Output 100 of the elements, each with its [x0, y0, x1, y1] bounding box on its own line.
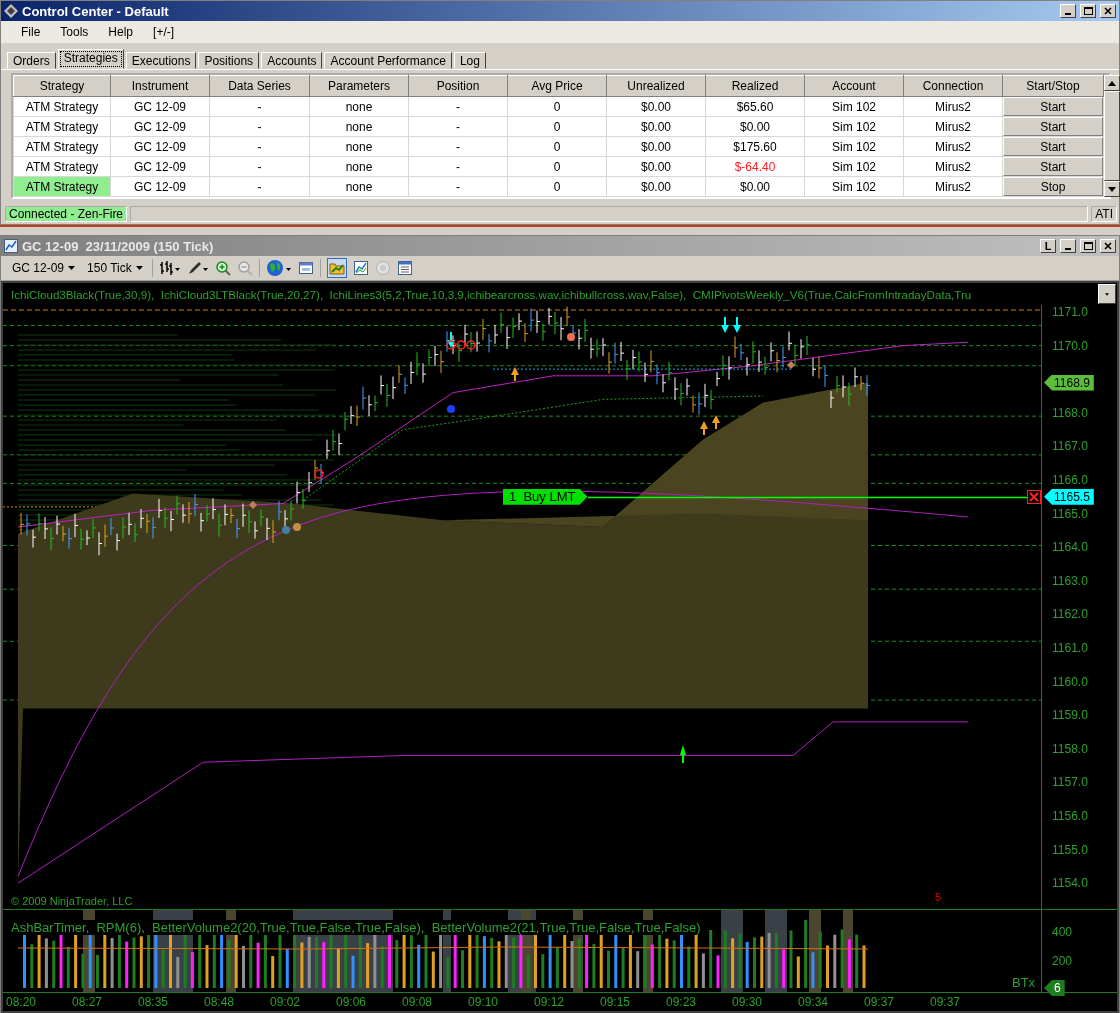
bar-chart-icon[interactable]	[158, 260, 181, 276]
menu-item[interactable]: Tools	[50, 23, 99, 41]
price-label: 1162.0	[1052, 607, 1088, 622]
start-button[interactable]: Start	[1003, 97, 1103, 116]
down-arrow-icon	[721, 317, 729, 333]
table-cell: -	[408, 96, 508, 117]
caret-icon	[135, 266, 143, 270]
up-arrow-icon	[700, 421, 708, 435]
line-chart-icon[interactable]	[352, 260, 369, 276]
tab[interactable]: Accounts	[261, 52, 323, 69]
diamond-icon	[787, 361, 795, 369]
instrument-dropdown[interactable]: GC 12-09	[9, 261, 79, 275]
column-header[interactable]: Start/Stop	[1002, 75, 1104, 97]
down-arrow-icon	[733, 317, 741, 333]
column-header[interactable]: Avg Price	[507, 75, 607, 97]
time-label: 09:12	[534, 995, 565, 1009]
indicator-list: AshBarTimer, RPM(6), BetterVolume2(20,True,True,False,True,False), BetterVolume2(21,True,True,False,True,False)	[11, 920, 701, 935]
table-cell: $-64.40	[705, 156, 805, 177]
time-label: 09:02	[270, 995, 301, 1009]
table-cell: -	[408, 156, 508, 177]
time-label: 09:37	[864, 995, 895, 1009]
stop-button[interactable]: Stop	[1003, 177, 1103, 196]
tab[interactable]: Positions	[198, 52, 260, 69]
caret-icon	[68, 266, 76, 270]
table-cell: ATM Strategy	[13, 176, 111, 197]
column-header[interactable]: Realized	[705, 75, 805, 97]
ring-icon	[314, 469, 324, 479]
start-button[interactable]: Start	[1003, 137, 1103, 156]
volume-label: 400	[1052, 925, 1073, 939]
price-label: 1167.0	[1052, 439, 1088, 454]
period-dropdown[interactable]: 150 Tick	[84, 261, 146, 275]
table-cell: none	[309, 136, 409, 157]
maximize-button[interactable]	[1080, 4, 1096, 18]
price-label: 1156.0	[1052, 809, 1088, 823]
column-header[interactable]: Unrealized	[606, 75, 706, 97]
panel-label: BTx	[1012, 975, 1036, 990]
price-label: 1170.0	[1052, 338, 1088, 353]
tab[interactable]: Orders	[7, 52, 56, 69]
status-text: ATI	[1091, 206, 1117, 222]
table-cell: $0.00	[705, 116, 805, 137]
menu-item[interactable]: Help	[98, 23, 144, 41]
dot-icon	[567, 333, 575, 341]
table-cell: Sim 102	[804, 96, 904, 117]
globe-icon[interactable]	[265, 259, 292, 277]
scrollbar[interactable]	[1104, 75, 1120, 197]
zoom-in-icon[interactable]	[214, 260, 231, 276]
dropdown-button[interactable]	[1098, 284, 1116, 304]
start-button[interactable]: Start	[1003, 157, 1103, 176]
up-arrow-icon[interactable]	[1108, 80, 1116, 86]
table-cell: $0.00	[606, 96, 706, 117]
menu-item[interactable]: File	[11, 23, 51, 41]
column-header[interactable]: Account	[804, 75, 904, 97]
column-header[interactable]: Connection	[903, 75, 1003, 97]
menu-item[interactable]: [+/-]	[143, 23, 185, 41]
close-button[interactable]	[1100, 4, 1116, 18]
tab[interactable]: Account Performance	[324, 52, 452, 69]
up-arrow-icon	[712, 415, 720, 429]
tab[interactable]: Strategies	[57, 49, 124, 69]
price-label: 1159.0	[1052, 708, 1088, 723]
column-header[interactable]: Strategy	[13, 75, 111, 97]
down-arrow-icon	[447, 332, 455, 348]
table-cell: Mirus2	[903, 156, 1003, 177]
start-button[interactable]: Start	[1003, 117, 1103, 136]
column-header[interactable]: Instrument	[110, 75, 210, 97]
column-header[interactable]: Data Series	[209, 75, 310, 97]
down-arrow-icon[interactable]	[1108, 186, 1116, 192]
properties-icon[interactable]	[396, 260, 413, 276]
time-label: 09:10	[468, 995, 499, 1009]
order-label[interactable]: 1 Buy LMT	[503, 488, 588, 505]
table-cell: none	[309, 96, 409, 117]
table-cell: ATM Strategy	[13, 116, 111, 137]
table-cell: Sim 102	[804, 176, 904, 197]
price-label: 1160.0	[1052, 674, 1088, 689]
pencil-icon[interactable]	[186, 260, 209, 276]
table-cell: -	[209, 116, 310, 137]
column-header[interactable]: Position	[408, 75, 508, 97]
minimize-button[interactable]	[1060, 4, 1076, 18]
table-cell: Mirus2	[903, 96, 1003, 117]
table-cell: -	[209, 96, 310, 117]
table-cell: none	[309, 116, 409, 137]
column-header[interactable]: Parameters	[309, 75, 409, 97]
maximize-icon	[1083, 7, 1093, 15]
bar-count: 5	[934, 891, 941, 903]
price-label: 1165.0	[1052, 506, 1088, 521]
table-cell: none	[309, 176, 409, 197]
caret-icon	[1105, 291, 1109, 297]
price-label: 1168.0	[1052, 405, 1088, 420]
tab[interactable]: Executions	[125, 52, 197, 69]
table-cell: 0	[507, 136, 607, 157]
table-cell: $0.00	[606, 156, 706, 177]
copyright-text: © 2009 NinjaTrader, LLC	[11, 895, 133, 907]
tab[interactable]: Log	[453, 52, 486, 69]
time-label: 09:37	[930, 995, 961, 1009]
dot-icon	[293, 523, 301, 531]
time-label: 09:15	[600, 995, 631, 1009]
time-label: 08:35	[138, 995, 169, 1009]
window-icon[interactable]	[297, 260, 314, 276]
cancel-order-icon[interactable]	[1027, 489, 1041, 504]
table-cell: 0	[507, 176, 607, 197]
table-cell: $0.00	[606, 116, 706, 137]
